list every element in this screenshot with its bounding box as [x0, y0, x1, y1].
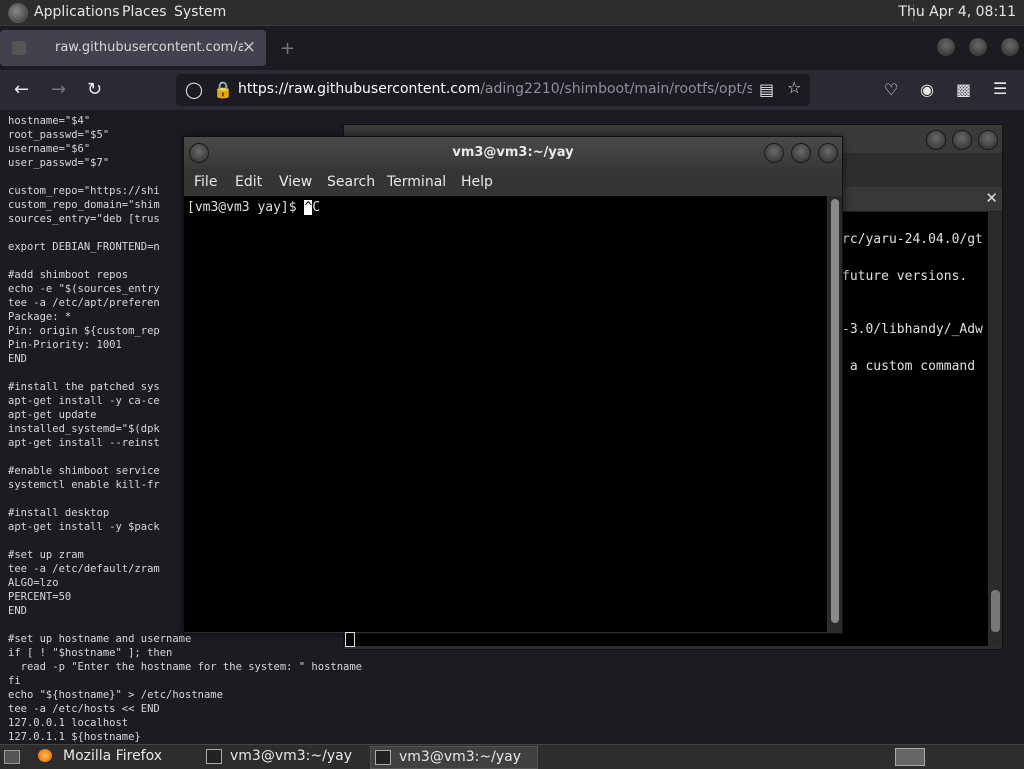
clock[interactable]: Thu Apr 4, 08:11 [898, 4, 1016, 20]
bookmark-star-icon[interactable]: ☆ [787, 78, 801, 97]
terminal-screen[interactable]: [vm3@vm3 yay]$ ^C [184, 196, 827, 632]
foreground-terminal-window[interactable]: vm3@vm3:~/yay File Edit View Search Term… [183, 136, 843, 634]
bg-terminal-maximize-button[interactable] [952, 130, 972, 150]
prompt-text: [vm3@vm3 yay]$ [187, 200, 305, 215]
scrollbar-thumb[interactable] [991, 590, 1000, 632]
show-desktop-icon[interactable] [4, 750, 20, 764]
system-menu[interactable]: System [174, 4, 226, 20]
url-bar[interactable]: ◯ 🔒 https://raw.githubusercontent.com/ad… [176, 74, 810, 106]
url-path: /ading2210/shimboot/main/rootfs/opt/setu… [480, 81, 752, 97]
text-cursor [345, 632, 355, 647]
firefox-minimize-button[interactable] [936, 37, 956, 57]
lock-icon[interactable]: 🔒 [213, 80, 233, 99]
menu-file[interactable]: File [194, 174, 217, 190]
terminal-scrollbar[interactable] [828, 196, 842, 632]
url-host: https://raw.githubusercontent.com [238, 81, 481, 97]
shield-icon[interactable]: ◯ [185, 80, 203, 99]
tab-close-icon[interactable]: × [242, 37, 256, 57]
top-panel: Applications Places System Thu Apr 4, 08… [0, 0, 1024, 26]
tab-favicon-icon [12, 41, 26, 55]
menu-search[interactable]: Search [327, 174, 375, 190]
taskbar-label: Mozilla Firefox [63, 748, 163, 764]
terminal-titlebar[interactable]: vm3@vm3:~/yay [184, 137, 842, 169]
terminal-prompt-line: [vm3@vm3 yay]$ ^C [187, 200, 320, 215]
taskbar-terminal-2[interactable]: vm3@vm3:~/yay [370, 746, 538, 769]
firefox-close-button[interactable] [1000, 37, 1020, 57]
extensions-icon[interactable]: ▩ [956, 80, 971, 99]
terminal-close-button[interactable] [818, 143, 838, 163]
bg-terminal-minimize-button[interactable] [926, 130, 946, 150]
terminal-minimize-button[interactable] [764, 143, 784, 163]
new-tab-icon[interactable]: + [280, 38, 295, 59]
pocket-icon[interactable]: ♡ [884, 80, 898, 99]
terminal-line: rc/yaru-24.04.0/gt [842, 232, 983, 247]
reader-view-icon[interactable]: ▤ [759, 80, 774, 99]
workspace-switcher[interactable] [895, 748, 925, 766]
distro-logo-icon[interactable] [8, 3, 28, 23]
terminal-icon [206, 749, 222, 764]
forward-arrow-icon[interactable]: → [51, 79, 66, 100]
firefox-tab-active[interactable]: raw.githubusercontent.com/adi × [0, 30, 266, 66]
menu-edit[interactable]: Edit [235, 174, 262, 190]
account-icon[interactable]: ◉ [920, 80, 934, 99]
tab-title: raw.githubusercontent.com/adi [55, 40, 243, 55]
taskbar-label: vm3@vm3:~/yay [399, 749, 521, 765]
background-terminal-scrollbar[interactable] [989, 212, 1002, 646]
taskbar-label: vm3@vm3:~/yay [230, 748, 352, 764]
close-icon[interactable]: ✕ [985, 189, 998, 207]
places-menu[interactable]: Places [122, 4, 167, 20]
terminal-line: a custom command [842, 359, 976, 374]
reload-icon[interactable]: ↻ [87, 79, 102, 100]
terminal-menubar: File Edit View Search Terminal Help [184, 169, 842, 196]
url-text[interactable]: https://raw.githubusercontent.com/ading2… [238, 81, 752, 97]
firefox-maximize-button[interactable] [968, 37, 988, 57]
terminal-line: -3.0/libhandy/_Adw [842, 322, 983, 337]
menu-terminal[interactable]: Terminal [387, 174, 446, 190]
bg-terminal-close-button[interactable] [978, 130, 998, 150]
firefox-icon [38, 749, 52, 762]
terminal-maximize-button[interactable] [791, 143, 811, 163]
terminal-title: vm3@vm3:~/yay [452, 145, 574, 160]
terminal-input: C [312, 200, 321, 215]
back-arrow-icon[interactable]: ← [14, 79, 29, 100]
menu-help[interactable]: Help [461, 174, 493, 190]
menu-view[interactable]: View [279, 174, 312, 190]
taskbar-firefox[interactable]: Mozilla Firefox [34, 746, 200, 767]
terminal-icon [375, 750, 391, 765]
terminal-line: future versions. [842, 269, 968, 284]
taskbar-terminal-1[interactable]: vm3@vm3:~/yay [202, 746, 368, 767]
bottom-panel: Mozilla Firefox vm3@vm3:~/yay vm3@vm3:~/… [0, 744, 1024, 769]
scrollbar-thumb[interactable] [831, 199, 839, 623]
applications-menu[interactable]: Applications [34, 4, 120, 20]
firefox-toolbar: ← → ↻ ◯ 🔒 https://raw.githubusercontent.… [0, 70, 1024, 110]
hamburger-menu-icon[interactable]: ☰ [993, 79, 1007, 98]
